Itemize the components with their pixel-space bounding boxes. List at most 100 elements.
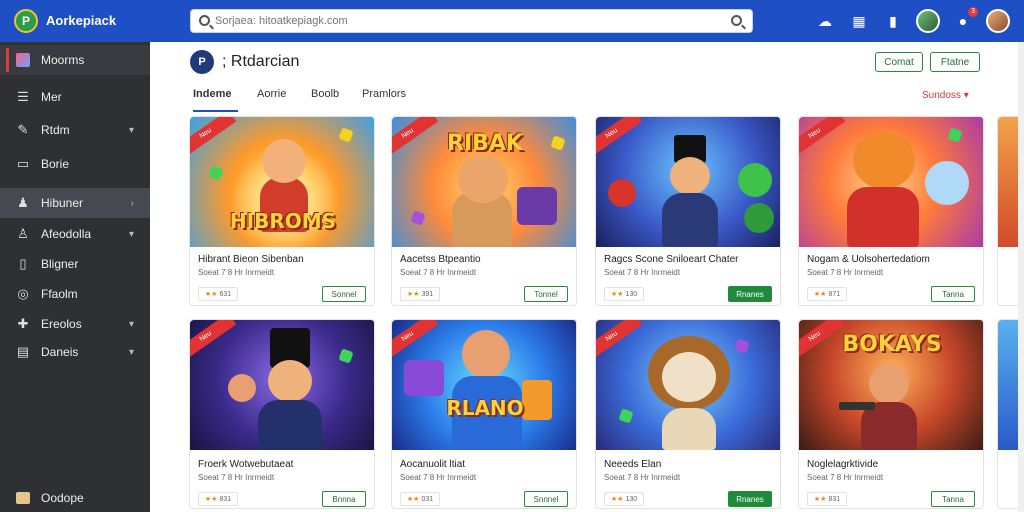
star-icon: ★★ [813,496,827,503]
game-thumbnail[interactable]: RIBAK Neu [392,117,576,247]
game-card[interactable]: RLANO Neu Aocanuolit ltiat Soeat 7 8 Hr … [391,319,577,509]
person-icon: ♙ [17,226,29,241]
tab-boolb[interactable]: Boolb [311,88,339,112]
star-icon: ★★ [813,291,827,298]
sidebar-item-label: Bligner [41,257,79,271]
search-bar[interactable] [190,9,753,33]
star-icon: ★★ [204,496,218,503]
sidebar-item-afeodolla[interactable]: ♙ Afeodolla ▾ [0,219,150,249]
user-avatar[interactable] [986,9,1010,33]
game-title: Ragcs Scone Sniloeart Chater [604,254,739,265]
rating-badge: ★★ 391 [400,287,440,301]
rating-badge: ★★ 831 [807,492,847,506]
game-card[interactable]: RIBAK Neu Aacetss Btpeantio Soeat 7 8 Hr… [391,116,577,306]
sidebar-item-label: Borie [41,157,70,171]
chevron-down-icon: ▾ [128,124,134,136]
star-icon: ★★ [406,291,420,298]
install-button[interactable]: Tanna [931,286,975,302]
game-card[interactable]: HIBROMS Neu Hibrant Bieon Sibenban Soeat… [189,116,375,306]
sidebar-item-hibuner[interactable]: ♟ Hibuner › [0,188,150,218]
new-ribbon: Neu [596,117,643,159]
search-submit-icon[interactable] [731,15,742,26]
star-icon: ★★ [610,496,624,503]
avatar[interactable] [916,9,940,33]
install-button[interactable]: Tanna [931,491,975,507]
gamepad-icon: ✚ [17,316,29,331]
apps-icon [16,53,30,67]
star-icon: ★★ [204,291,218,298]
globe-icon: ◎ [17,286,29,301]
app-logo[interactable]: P [14,9,38,33]
file-icon: ▯ [19,256,27,271]
sidebar-item-daneis[interactable]: ▤ Daneis ▾ [0,337,150,367]
grid-icon: ▤ [16,344,30,359]
game-subtitle: Soeat 7 8 Hr Inrmeidt [604,473,681,482]
sidebar-item-ffaolm[interactable]: ◎ Ffaolm [0,279,150,309]
game-subtitle: Soeat 7 8 Hr Inrmeidt [604,268,681,277]
game-logo-text: RLANO [446,396,524,420]
sidebar-item-rtdm[interactable]: ✎ Rtdm ▾ [0,115,150,145]
game-title: Aocanuolit ltiat [400,459,466,470]
rating-badge: ★★ 831 [198,492,238,506]
rating-badge: ★★ 631 [198,287,238,301]
install-button[interactable]: Snnnel [524,491,568,507]
new-ribbon: Neu [392,320,439,362]
ftatne-button[interactable]: Ftatne [930,52,980,72]
sidebar-item-label: Moorms [41,53,85,67]
sidebar-item-label: Mer [41,90,62,104]
search-input[interactable] [215,13,715,29]
game-thumbnail[interactable]: Neu [190,320,374,450]
install-button[interactable]: Bnnna [322,491,366,507]
game-thumbnail[interactable]: Neu [799,117,983,247]
rating-badge: ★★ 130 [604,492,644,506]
book-icon[interactable]: ▮ [882,10,904,32]
sort-label: Sundoss [922,90,961,101]
cloud-upload-icon[interactable]: ☁ [814,10,836,32]
sidebar-item-label: Daneis [41,345,79,359]
notification-icon[interactable]: ● 3 [952,7,978,32]
sidebar-item-mer[interactable]: ☰ Mer [0,82,150,112]
game-title: Neeeds Elan [604,459,662,470]
tab-indeme[interactable]: Indeme [193,88,238,112]
user-icon: ♟ [17,195,29,210]
game-subtitle: Soeat 7 8 Hr Inrmeidt [807,268,884,277]
grid-icon[interactable]: ▦ [848,10,870,32]
game-card[interactable]: Neu Froerk Wotwebutaeat Soeat 7 8 Hr Inr… [189,319,375,509]
game-logo-text: RIBAK [447,131,523,156]
install-button[interactable]: Rnanes [728,491,772,507]
game-thumbnail[interactable]: BOKAYS Neu [799,320,983,450]
sort-dropdown[interactable]: Sundoss ▾ [922,90,969,101]
new-ribbon: Neu [190,117,237,159]
game-thumbnail[interactable]: HIBROMS Neu [190,117,374,247]
game-thumbnail[interactable]: RLANO Neu [392,320,576,450]
sidebar-item-label: Ffaolm [41,287,78,301]
install-button[interactable]: Sonnel [322,286,366,302]
comat-button[interactable]: Comat [875,52,923,72]
scrollbar[interactable] [1018,42,1024,512]
star-icon: ★★ [406,496,420,503]
tab-aorrie[interactable]: Aorrie [257,88,286,112]
game-card[interactable]: BOKAYS Neu Noglelagrktivide Soeat 7 8 Hr… [798,319,984,509]
sidebar-footer-item[interactable]: Oodope [0,483,150,512]
chevron-down-icon: ▾ [128,228,134,240]
sidebar-item-label: Ereolos [41,317,82,331]
chevron-down-icon: ▾ [128,346,134,358]
sidebar-item-moorms[interactable]: Moorms [0,45,150,75]
game-thumbnail[interactable]: Neu [596,117,780,247]
sidebar-item-bligner[interactable]: ▯ Bligner [0,249,150,279]
sidebar-item-borie[interactable]: ▭ Borie [0,149,150,179]
game-subtitle: Soeat 7 8 Hr Inrmeidt [807,473,884,482]
tab-pramlors[interactable]: Pramlors [362,88,406,112]
install-button[interactable]: Rnanes [728,286,772,302]
top-bar: P Aorkepiack ☁ ▦ ▮ ●3 [0,0,1024,42]
game-thumbnail[interactable]: Neu [596,320,780,450]
tv-icon: ▭ [16,156,30,171]
game-card[interactable]: Neu Nogam & Uolsohertedatiom Soeat 7 8 H… [798,116,984,306]
chevron-right-icon: › [130,197,134,209]
game-subtitle: Soeat 7 8 Hr Inrmeidt [400,473,477,482]
game-card[interactable]: Neu Neeeds Elan Soeat 7 8 Hr Inrmeidt ★★… [595,319,781,509]
game-card[interactable]: Neu Ragcs Scone Sniloeart Chater Soeat 7… [595,116,781,306]
install-button[interactable]: Tonnel [524,286,568,302]
sidebar-item-ereolos[interactable]: ✚ Ereolos ▾ [0,309,150,339]
folder-icon [16,491,30,505]
